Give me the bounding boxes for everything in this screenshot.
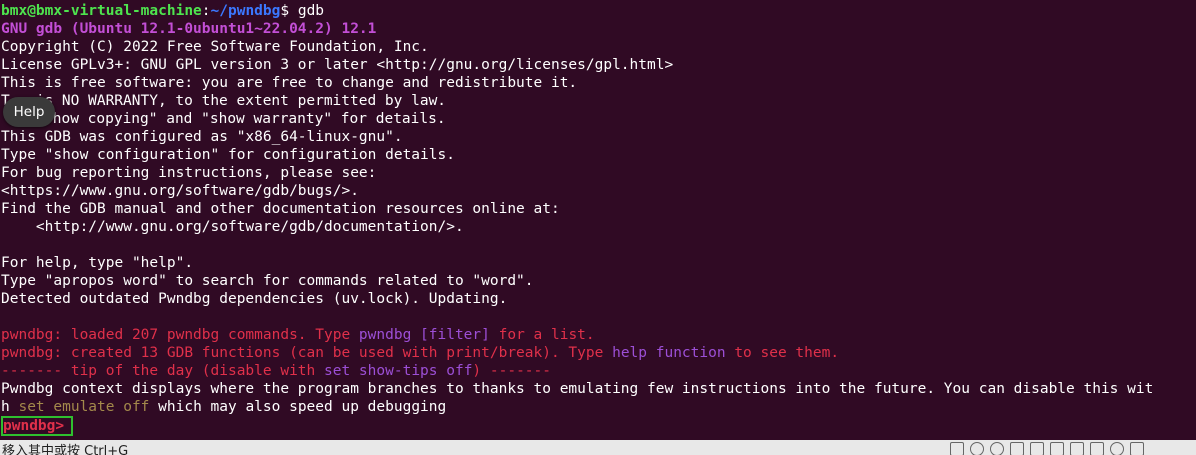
output-line: This is free software: you are free to c…: [1, 75, 578, 91]
help-tooltip: Help: [3, 97, 55, 127]
prompt-command: $ gdb: [280, 3, 325, 19]
shell-prompt-line: bmx@bmx-virtual-machine:~/pwndbg$ gdb: [1, 2, 324, 20]
output-fragment: loaded 207 pwndbg commands. Type: [62, 327, 359, 343]
tip-of-day-header: ------- tip of the day (disable with set…: [1, 362, 551, 380]
tip-text-wrap-line: h set emulate off which may also speed u…: [1, 398, 446, 416]
prompt-colon: :: [201, 3, 211, 19]
output-line-partial: Tis NO WARRANTY, to the extent permitted…: [1, 92, 446, 110]
output-line: <http://www.gnu.org/software/gdb/documen…: [1, 219, 464, 235]
output-line: For bug reporting instructions, please s…: [1, 165, 377, 181]
gdb-version-line: GNU gdb (Ubuntu 12.1-0ubuntu1~22.04.2) 1…: [1, 21, 377, 37]
output-line: Type "apropos word" to search for comman…: [1, 273, 534, 289]
terminal-window[interactable]: bmx@bmx-virtual-machine:~/pwndbg$ gdb GN…: [0, 0, 1196, 440]
command-highlight: set show-tips off: [324, 363, 473, 379]
output-fragment: is NO WARRANTY, to the extent permitted …: [35, 93, 447, 109]
output-fragment: ) -------: [472, 363, 551, 379]
prompt-user-host: bmx@bmx-virtual-machine: [1, 3, 202, 19]
output-line: Detected outdated Pwndbg dependencies (u…: [1, 291, 508, 307]
output-fragment: ------- tip of the day (disable with: [1, 363, 325, 379]
network-icon[interactable]: [1030, 442, 1044, 455]
prompt-path: ~/pwndbg: [210, 3, 281, 19]
display-icon[interactable]: [1090, 442, 1104, 455]
pwndbg-loaded-line: pwndbg: loaded 207 pwndbg commands. Type…: [1, 326, 595, 344]
output-fragment: show copying" and "show warranty" for de…: [44, 111, 446, 127]
recording-icon[interactable]: [1110, 442, 1124, 455]
tip-text-line: Pwndbg context displays where the progra…: [1, 381, 1154, 397]
output-line: <https://www.gnu.org/software/gdb/bugs/>…: [1, 183, 359, 199]
output-line: For help, type "help".: [1, 255, 194, 271]
output-line: This GDB was configured as "x86_64-linux…: [1, 129, 403, 145]
storage-icon[interactable]: [950, 442, 964, 455]
pwndbg-prefix: pwndbg:: [1, 345, 63, 361]
pwndbg-prefix: pwndbg:: [1, 327, 63, 343]
output-line: Find the GDB manual and other documentat…: [1, 201, 560, 217]
optical-disk-icon[interactable]: [970, 442, 984, 455]
prompt-highlight-box: [1, 416, 73, 436]
output-line: Copyright (C) 2022 Free Software Foundat…: [1, 39, 429, 55]
output-fragment: for a list.: [489, 327, 595, 343]
audio-icon[interactable]: [990, 442, 1004, 455]
status-hint: 移入其中或按 Ctrl+G: [2, 444, 129, 455]
command-highlight: pwndbg [filter]: [358, 327, 490, 343]
cpu-icon[interactable]: [1130, 442, 1144, 455]
vm-status-bar: 移入其中或按 Ctrl+G: [0, 440, 1196, 455]
pwndbg-created-line: pwndbg: created 13 GDB functions (can be…: [1, 344, 839, 362]
output-line-partial: show copying" and "show warranty" for de…: [1, 110, 446, 128]
shared-folder-icon[interactable]: [1070, 442, 1084, 455]
floppy-icon[interactable]: [1010, 442, 1024, 455]
output-fragment: h: [1, 399, 19, 415]
command-highlight: set emulate off: [18, 399, 150, 415]
output-fragment: created 13 GDB functions (can be used wi…: [62, 345, 613, 361]
device-tray: [950, 442, 1144, 455]
usb-icon[interactable]: [1050, 442, 1064, 455]
output-line: Type "show configuration" for configurat…: [1, 147, 455, 163]
output-fragment: to see them.: [725, 345, 840, 361]
command-highlight: help function: [612, 345, 726, 361]
output-line: License GPLv3+: GNU GPL version 3 or lat…: [1, 57, 674, 73]
output-fragment: which may also speed up debugging: [149, 399, 447, 415]
